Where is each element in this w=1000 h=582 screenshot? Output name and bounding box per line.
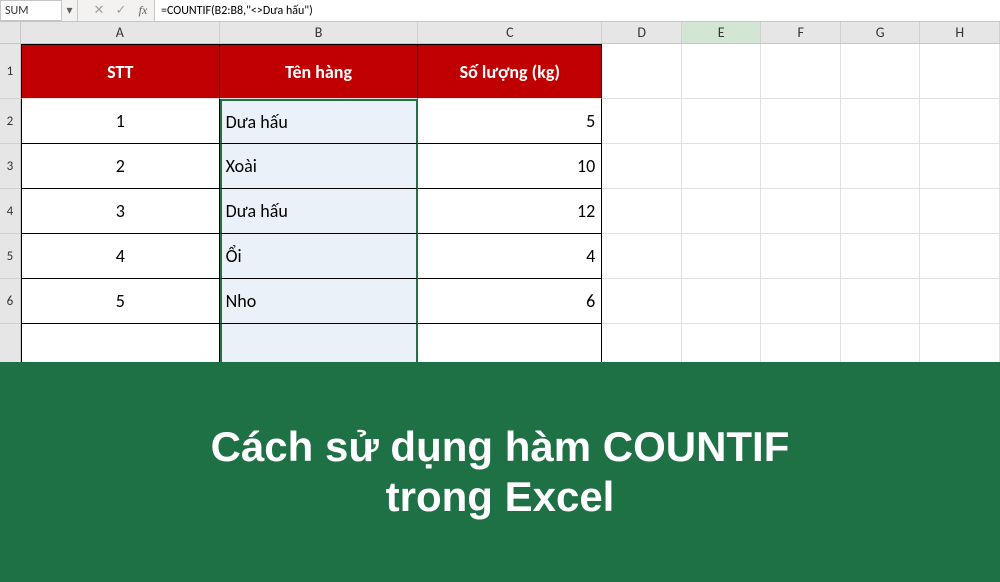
header-ten-hang[interactable]: Tên hàng: [220, 44, 419, 99]
cell-F5[interactable]: [761, 234, 841, 279]
banner-line-2: trong Excel: [386, 473, 615, 520]
cell-A5[interactable]: 4: [21, 234, 220, 279]
banner-text: Cách sử dụng hàm COUNTIF trong Excel: [211, 422, 790, 523]
row-header-6[interactable]: 6: [0, 279, 21, 324]
cell-G2[interactable]: [841, 99, 921, 144]
col-header-D[interactable]: D: [602, 22, 682, 43]
enter-button[interactable]: ✓: [110, 0, 132, 21]
cell-B2[interactable]: Dưa hấu: [220, 99, 419, 144]
cell-E4[interactable]: [682, 189, 762, 234]
fx-icon: fx: [139, 3, 148, 18]
cell-A4[interactable]: 3: [21, 189, 220, 234]
cell-E1[interactable]: [682, 44, 762, 99]
formula-bar: SUM ▾ ✕ ✓ fx =COUNTIF(B2:B8,"<>Dưa hấu"): [0, 0, 1000, 22]
cell-D1[interactable]: [602, 44, 682, 99]
col-header-C[interactable]: C: [418, 22, 602, 43]
cell-C3[interactable]: 10: [418, 144, 602, 189]
col-header-F[interactable]: F: [761, 22, 841, 43]
name-box[interactable]: SUM: [0, 0, 62, 21]
cell-G3[interactable]: [841, 144, 921, 189]
cell-E6[interactable]: [682, 279, 762, 324]
cell-C4[interactable]: 12: [418, 189, 602, 234]
cell-G6[interactable]: [841, 279, 921, 324]
row-header-1[interactable]: 1: [0, 44, 21, 99]
cell-G5[interactable]: [841, 234, 921, 279]
chevron-down-icon: ▾: [66, 3, 72, 18]
x-icon: ✕: [94, 3, 105, 18]
col-header-A[interactable]: A: [21, 22, 220, 43]
insert-function-button[interactable]: fx: [132, 0, 154, 21]
cell-G1[interactable]: [841, 44, 921, 99]
check-icon: ✓: [116, 3, 127, 18]
cell-D2[interactable]: [602, 99, 682, 144]
cell-F6[interactable]: [761, 279, 841, 324]
col-header-B[interactable]: B: [220, 22, 419, 43]
col-header-G[interactable]: G: [841, 22, 921, 43]
cell-H5[interactable]: [920, 234, 1000, 279]
cell-F1[interactable]: [761, 44, 841, 99]
cell-F3[interactable]: [761, 144, 841, 189]
row-header-3[interactable]: 3: [0, 144, 21, 189]
cell-F2[interactable]: [761, 99, 841, 144]
cell-A3[interactable]: 2: [21, 144, 220, 189]
cell-C5[interactable]: 4: [418, 234, 602, 279]
title-banner: Cách sử dụng hàm COUNTIF trong Excel: [0, 362, 1000, 582]
column-headers: A B C D E F G H: [0, 22, 1000, 44]
cell-B4[interactable]: Dưa hấu: [220, 189, 419, 234]
cell-C6[interactable]: 6: [418, 279, 602, 324]
formula-text: =COUNTIF(B2:B8,"<>Dưa hấu"): [161, 4, 313, 18]
cell-A6[interactable]: 5: [21, 279, 220, 324]
select-all-corner[interactable]: [0, 22, 21, 43]
formula-input[interactable]: =COUNTIF(B2:B8,"<>Dưa hấu"): [154, 0, 1000, 21]
cell-B6[interactable]: Nho: [220, 279, 419, 324]
cell-A2[interactable]: 1: [21, 99, 220, 144]
cell-H4[interactable]: [920, 189, 1000, 234]
name-box-dropdown[interactable]: ▾: [62, 0, 78, 21]
row-5: 5 4 Ổi 4: [0, 234, 1000, 279]
row-4: 4 3 Dưa hấu 12: [0, 189, 1000, 234]
cancel-button[interactable]: ✕: [88, 0, 110, 21]
row-header-2[interactable]: 2: [0, 99, 21, 144]
cell-G4[interactable]: [841, 189, 921, 234]
cell-C2[interactable]: 5: [418, 99, 602, 144]
cell-E3[interactable]: [682, 144, 762, 189]
cell-B3[interactable]: Xoài: [220, 144, 419, 189]
name-box-value: SUM: [5, 4, 28, 18]
cell-D3[interactable]: [602, 144, 682, 189]
cell-D5[interactable]: [602, 234, 682, 279]
row-6: 6 5 Nho 6: [0, 279, 1000, 324]
col-header-H[interactable]: H: [920, 22, 1000, 43]
cell-H3[interactable]: [920, 144, 1000, 189]
cell-H6[interactable]: [920, 279, 1000, 324]
row-2: 2 1 Dưa hấu 5: [0, 99, 1000, 144]
cell-H1[interactable]: [920, 44, 1000, 99]
header-so-luong[interactable]: Số lượng (kg): [418, 44, 602, 99]
row-1: 1 STT Tên hàng Số lượng (kg): [0, 44, 1000, 99]
cell-D4[interactable]: [602, 189, 682, 234]
cell-F4[interactable]: [761, 189, 841, 234]
cell-H2[interactable]: [920, 99, 1000, 144]
banner-line-1: Cách sử dụng hàm COUNTIF: [211, 423, 790, 470]
row-header-5[interactable]: 5: [0, 234, 21, 279]
cell-B5[interactable]: Ổi: [220, 234, 419, 279]
row-header-4[interactable]: 4: [0, 189, 21, 234]
header-stt[interactable]: STT: [21, 44, 220, 99]
col-header-E[interactable]: E: [682, 22, 762, 43]
cell-E2[interactable]: [682, 99, 762, 144]
cell-D6[interactable]: [602, 279, 682, 324]
row-3: 3 2 Xoài 10: [0, 144, 1000, 189]
cell-E5[interactable]: [682, 234, 762, 279]
